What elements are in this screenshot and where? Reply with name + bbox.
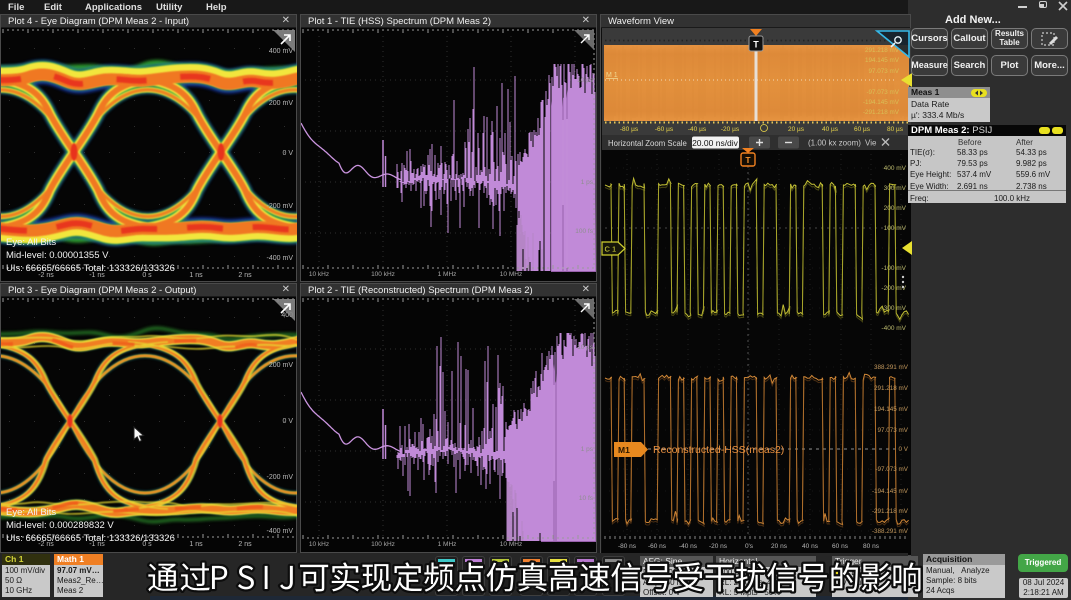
svg-text:Mid-level: 0.000289832 V: Mid-level: 0.000289832 V xyxy=(6,520,114,531)
svg-text:200 mV: 200 mV xyxy=(269,362,293,369)
svg-text:291.218 mV: 291.218 mV xyxy=(865,47,900,54)
svg-text:-200 mV: -200 mV xyxy=(267,203,294,210)
svg-text:2 ns: 2 ns xyxy=(238,541,252,548)
svg-text:-80 µs: -80 µs xyxy=(620,126,639,133)
svg-text:1 ps: 1 ps xyxy=(581,446,594,453)
svg-text:T: T xyxy=(753,40,759,50)
svg-text:C 1: C 1 xyxy=(605,245,617,254)
svg-text:1 ns: 1 ns xyxy=(189,272,203,279)
svg-text:60 µs: 60 µs xyxy=(854,126,871,133)
svg-text:20 ns: 20 ns xyxy=(771,543,788,550)
svg-text:-20 µs: -20 µs xyxy=(721,126,740,133)
svg-text:100 kHz: 100 kHz xyxy=(371,271,395,278)
svg-text:-194.145 mV: -194.145 mV xyxy=(863,99,900,106)
svg-text:388.291 mV: 388.291 mV xyxy=(874,364,909,371)
svg-text:-60 µs: -60 µs xyxy=(655,126,674,133)
svg-text:20.00 ns/div: 20.00 ns/div xyxy=(692,138,739,148)
svg-text:-291.218 mV: -291.218 mV xyxy=(863,109,900,116)
svg-text:-100 mV: -100 mV xyxy=(881,265,906,272)
svg-text:10 kHz: 10 kHz xyxy=(309,541,329,548)
svg-text:-80 ns: -80 ns xyxy=(618,543,637,550)
svg-text:-40 µs: -40 µs xyxy=(688,126,707,133)
svg-text:10 MHz: 10 MHz xyxy=(500,271,522,278)
svg-text:-200 mV: -200 mV xyxy=(267,474,294,481)
svg-text:Eye: All Bits: Eye: All Bits xyxy=(6,237,56,248)
svg-text:UIs: 66665/66665 Total: 133: UIs: 66665/66665 Total: 133326/133326 xyxy=(6,533,175,544)
svg-text:40 µs: 40 µs xyxy=(822,126,839,133)
svg-text:(1.00 kx zoom): (1.00 kx zoom) xyxy=(808,139,861,148)
svg-text:Vie: Vie xyxy=(865,139,877,148)
svg-text:-20 ns: -20 ns xyxy=(709,543,728,550)
svg-text:0 V: 0 V xyxy=(282,418,293,425)
svg-text:100 fs: 100 fs xyxy=(575,228,593,235)
svg-text:194.145 mV: 194.145 mV xyxy=(865,57,900,64)
svg-text:0 V: 0 V xyxy=(899,446,909,453)
svg-text:M 1: M 1 xyxy=(606,72,618,79)
svg-text:-97.073 mV: -97.073 mV xyxy=(875,466,908,473)
svg-text:T: T xyxy=(745,155,751,165)
svg-text:100 mV: 100 mV xyxy=(884,225,907,232)
svg-text:UIs: 66665/66665 Total: 133: UIs: 66665/66665 Total: 133326/133326 xyxy=(6,263,175,274)
svg-text:-388.291 mV: -388.291 mV xyxy=(872,528,909,535)
svg-text:Reconstructed-HSS(meas2): Reconstructed-HSS(meas2) xyxy=(653,444,784,456)
svg-text:291.218 mV: 291.218 mV xyxy=(874,385,909,392)
svg-text:80 µs: 80 µs xyxy=(887,126,904,133)
svg-text:1 MHz: 1 MHz xyxy=(438,271,457,278)
svg-text:0's: 0's xyxy=(745,543,754,550)
svg-text:-400 mV: -400 mV xyxy=(267,255,294,262)
svg-text:10 ps: 10 ps xyxy=(577,77,594,84)
svg-text:400 mV: 400 mV xyxy=(269,48,293,55)
svg-text:2 ns: 2 ns xyxy=(238,272,252,279)
svg-text:-291.218 mV: -291.218 mV xyxy=(872,508,909,515)
svg-text:1 ns: 1 ns xyxy=(189,541,203,548)
svg-text:97.073 mV: 97.073 mV xyxy=(878,427,909,434)
svg-text:10 ps: 10 ps xyxy=(577,344,594,351)
svg-text:M1: M1 xyxy=(618,445,630,455)
svg-text:200 mV: 200 mV xyxy=(269,100,293,107)
svg-text:-194.145 mV: -194.145 mV xyxy=(872,488,909,495)
svg-text:0 V: 0 V xyxy=(282,150,293,157)
svg-text:-97.073 mV: -97.073 mV xyxy=(866,89,899,96)
svg-text:40 ns: 40 ns xyxy=(802,543,819,550)
svg-text:-40 ns: -40 ns xyxy=(679,543,698,550)
svg-text:300 mV: 300 mV xyxy=(884,185,907,192)
svg-text:Horizontal Zoom Scale: Horizontal Zoom Scale xyxy=(608,139,687,148)
svg-text:10 MHz: 10 MHz xyxy=(500,541,522,548)
svg-text:-400 mV: -400 mV xyxy=(881,325,906,332)
svg-text:100 kHz: 100 kHz xyxy=(371,541,395,548)
svg-text:Eye: All Bits: Eye: All Bits xyxy=(6,507,56,518)
svg-text:97.073 mV: 97.073 mV xyxy=(869,68,900,75)
svg-text:-400 mV: -400 mV xyxy=(267,528,294,535)
svg-text:194.145 mV: 194.145 mV xyxy=(874,406,909,413)
svg-text:10 kHz: 10 kHz xyxy=(309,271,329,278)
svg-text:80 ns: 80 ns xyxy=(863,543,880,550)
svg-text:-300 mV: -300 mV xyxy=(881,305,906,312)
svg-text:400 mV: 400 mV xyxy=(884,165,907,172)
svg-text:1 MHz: 1 MHz xyxy=(438,541,457,548)
svg-text:60 ns: 60 ns xyxy=(832,543,849,550)
svg-text:-60 ns: -60 ns xyxy=(648,543,667,550)
svg-text:1 ps: 1 ps xyxy=(581,179,594,186)
svg-text:10 fs: 10 fs xyxy=(579,495,594,502)
svg-text:Mid-level: 0.00001355 V: Mid-level: 0.00001355 V xyxy=(6,250,109,261)
svg-text:200 mV: 200 mV xyxy=(884,205,907,212)
svg-text:20 µs: 20 µs xyxy=(788,126,805,133)
